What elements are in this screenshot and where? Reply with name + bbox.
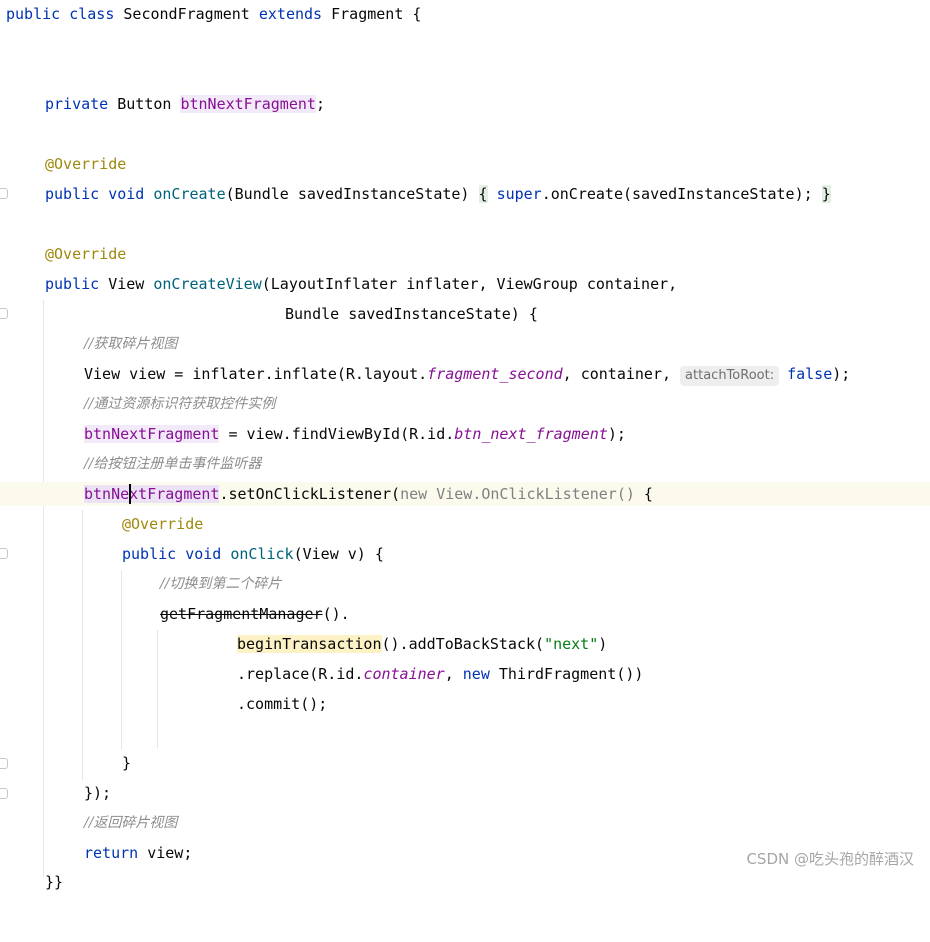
keyword: public — [6, 5, 61, 23]
parameter-hint: attachToRoot: — [680, 366, 780, 386]
type-name: ThirdFragment — [498, 665, 617, 683]
method-name: onCreateView — [153, 275, 262, 293]
keyword: return — [84, 844, 139, 862]
keyword: private — [45, 95, 109, 113]
warning-method: beginTransaction — [237, 635, 382, 653]
keyword: public — [122, 545, 177, 563]
code-line-commit: .commit(); — [237, 695, 328, 713]
keyword: public — [45, 275, 100, 293]
indent-guide — [121, 570, 122, 750]
keyword: class — [69, 5, 115, 23]
code-line-params-cont: Bundle savedInstanceState) { — [285, 305, 538, 323]
field-name: btnNextFragment — [180, 95, 316, 113]
text-caret — [129, 484, 131, 504]
code-line-inflate: View view = inflater.inflate(R.layout.fr… — [0, 362, 930, 386]
code-line-close-brace: } — [122, 754, 132, 772]
keyword: public — [45, 185, 100, 203]
method-name: onClick — [230, 545, 294, 563]
code-comment: //返回碎片视图 — [84, 815, 178, 831]
type-name: Button — [117, 95, 172, 113]
code-line-begin-transaction: beginTransaction().addToBackStack("next"… — [237, 635, 608, 653]
keyword: super — [496, 185, 542, 203]
keyword: new — [462, 665, 490, 683]
class-name: SecondFragment — [123, 5, 250, 23]
code-line-replace: .replace(R.id.container, new ThirdFragme… — [237, 665, 644, 683]
static-field: fragment_second — [427, 365, 563, 383]
code-line-field: private Button btnNextFragment; — [45, 95, 325, 113]
code-line-final: }} — [45, 873, 64, 891]
deprecated-method: getFragmentManager — [160, 605, 323, 623]
code-line-current[interactable]: btnNextFragment.setOnClickListener(new V… — [0, 482, 930, 506]
code-line-oncreate: public void onCreate(Bundle savedInstanc… — [45, 185, 831, 203]
code-line-oncreateview: public View onCreateView(LayoutInflater … — [45, 275, 678, 293]
code-line-close-listener: }); — [84, 784, 112, 802]
code-line-onclick: public void onClick(View v) { — [122, 545, 384, 563]
code-line-annotation: @Override — [45, 245, 127, 263]
code-line-class-declaration: public class SecondFragment extends Frag… — [6, 5, 422, 23]
keyword: void — [185, 545, 222, 563]
code-line-fragment-manager: getFragmentManager(). — [160, 605, 350, 623]
code-comment: //切换到第二个碎片 — [160, 576, 282, 592]
static-field: btn_next_fragment — [454, 425, 608, 443]
code-comment: //通过资源标识符获取控件实例 — [84, 396, 276, 412]
method-name: onCreate — [153, 185, 226, 203]
keyword: void — [108, 185, 145, 203]
static-field: container — [363, 665, 445, 683]
code-line-annotation: @Override — [122, 515, 204, 533]
code-line-findviewbyid: btnNextFragment = view.findViewById(R.id… — [84, 425, 626, 443]
watermark: CSDN @吃头孢的醉酒汉 — [746, 850, 914, 868]
field-name: btnNextFragment — [84, 425, 220, 443]
field-name: btnNextFragment — [84, 485, 220, 503]
parent-class: Fragment — [331, 5, 404, 23]
code-line-annotation: @Override — [45, 155, 127, 173]
code-comment: //给按钮注册单击事件监听器 — [84, 456, 262, 472]
string-literal: "next" — [544, 635, 599, 653]
code-comment: //获取碎片视图 — [84, 336, 178, 352]
keyword: false — [787, 365, 833, 383]
keyword: extends — [258, 5, 323, 23]
